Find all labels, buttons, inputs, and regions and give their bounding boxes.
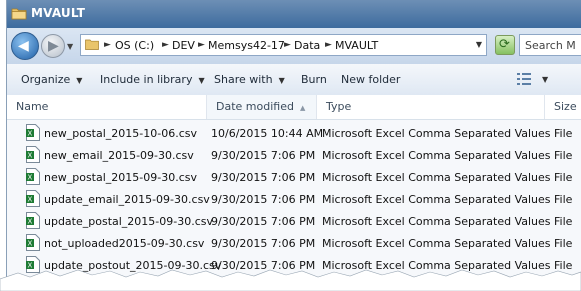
chevron-down-icon: ▼	[278, 76, 285, 85]
share-with-label: Share with	[214, 73, 273, 86]
file-type: Microsoft Excel Comma Separated Values F…	[322, 171, 573, 184]
back-arrow-icon: ◀	[18, 38, 29, 54]
chevron-down-icon: ▼	[198, 76, 205, 85]
file-name: update_email_2015-09-30.csv	[44, 193, 210, 206]
file-row[interactable]: X new_email_2015-09-30.csv 9/30/2015 7:0…	[7, 144, 581, 166]
include-in-library-label: Include in library	[100, 73, 193, 86]
svg-text:X: X	[28, 174, 33, 182]
explorer-window: MVAULT ◀ ▶ ▼ ► OS (C:) ► DEV ► Memsys42-…	[6, 0, 581, 291]
svg-text:X: X	[28, 218, 33, 226]
svg-text:X: X	[28, 196, 33, 204]
refresh-button[interactable]: ⟳	[495, 35, 515, 55]
file-name: update_postal_2015-09-30.csv	[44, 215, 214, 228]
chevron-right-icon[interactable]: ►	[325, 40, 332, 50]
excel-csv-icon: X	[26, 168, 40, 185]
forward-button[interactable]: ▶	[41, 34, 65, 58]
column-header-size[interactable]: Size	[545, 95, 581, 119]
title-bar: MVAULT	[7, 0, 581, 28]
chevron-right-icon[interactable]: ►	[284, 40, 291, 50]
excel-csv-icon: X	[26, 146, 40, 163]
file-date: 9/30/2015 7:06 PM	[211, 171, 316, 184]
breadcrumb-data[interactable]: Data	[294, 39, 320, 52]
file-date: 9/30/2015 7:06 PM	[211, 149, 316, 162]
recent-pages-dropdown[interactable]: ▼	[67, 42, 73, 51]
file-date: 9/30/2015 7:06 PM	[211, 215, 316, 228]
chevron-right-icon[interactable]: ►	[104, 40, 111, 50]
burn-button[interactable]: Burn	[301, 73, 327, 86]
svg-text:X: X	[28, 152, 33, 160]
breadcrumb-memsys[interactable]: Memsys42-17	[208, 39, 285, 52]
svg-text:X: X	[28, 240, 33, 248]
file-type: Microsoft Excel Comma Separated Values F…	[322, 215, 573, 228]
file-date: 9/30/2015 7:06 PM	[211, 193, 316, 206]
excel-csv-icon: X	[26, 234, 40, 251]
command-toolbar: Organize ▼ Include in library ▼ Share with…	[7, 64, 581, 96]
file-row[interactable]: X new_postal_2015-09-30.csv 9/30/2015 7:…	[7, 166, 581, 188]
file-row[interactable]: X new_postal_2015-10-06.csv 10/6/2015 10…	[7, 122, 581, 144]
search-input[interactable]: Search M	[519, 34, 581, 56]
window-title: MVAULT	[31, 6, 86, 20]
file-type: Microsoft Excel Comma Separated Values F…	[322, 149, 573, 162]
breadcrumb-dev[interactable]: DEV	[172, 39, 195, 52]
refresh-icon: ⟳	[499, 37, 510, 52]
sort-indicator-icon: ▲	[299, 104, 306, 112]
file-type: Microsoft Excel Comma Separated Values F…	[322, 127, 573, 140]
column-size-label: Size	[554, 100, 577, 113]
column-date-label: Date modified	[216, 100, 294, 113]
excel-csv-icon: X	[26, 212, 40, 229]
column-name-label: Name	[16, 100, 49, 113]
file-type: Microsoft Excel Comma Separated Values F…	[322, 237, 573, 250]
file-row[interactable]: X not_uploaded2015-09-30.csv 9/30/2015 7…	[7, 232, 581, 254]
column-header-name[interactable]: Name	[7, 95, 207, 119]
include-in-library-menu[interactable]: Include in library ▼	[100, 73, 205, 86]
column-type-label: Type	[326, 100, 352, 113]
forward-arrow-icon: ▶	[48, 38, 59, 54]
file-date: 9/30/2015 7:06 PM	[211, 237, 316, 250]
file-row[interactable]: X update_email_2015-09-30.csv 9/30/2015 …	[7, 188, 581, 210]
folder-icon	[85, 39, 99, 50]
svg-text:X: X	[28, 130, 33, 138]
file-name: new_postal_2015-09-30.csv	[44, 171, 198, 184]
file-date: 10/6/2015 10:44 AM	[211, 127, 324, 140]
file-name: not_uploaded2015-09-30.csv	[44, 237, 205, 250]
chevron-right-icon[interactable]: ►	[162, 40, 169, 50]
breadcrumb-drive[interactable]: OS (C:)	[115, 39, 154, 52]
new-folder-button[interactable]: New folder	[341, 73, 400, 86]
breadcrumb-mvault[interactable]: MVAULT	[335, 39, 378, 52]
file-name: new_email_2015-09-30.csv	[44, 149, 194, 162]
chevron-right-icon[interactable]: ►	[198, 40, 205, 50]
organize-label: Organize	[21, 73, 71, 86]
address-bar[interactable]: ► OS (C:) ► DEV ► Memsys42-17 ► Data ► M…	[80, 34, 487, 56]
folder-icon	[11, 8, 27, 20]
organize-menu[interactable]: Organize ▼	[21, 73, 82, 86]
share-with-menu[interactable]: Share with ▼	[214, 73, 285, 86]
file-name: new_postal_2015-10-06.csv	[44, 127, 198, 140]
chevron-down-icon[interactable]: ▼	[476, 40, 482, 49]
excel-csv-icon: X	[26, 190, 40, 207]
search-placeholder: Search M	[525, 39, 576, 52]
column-header-row: Name Date modified ▲ Type Size	[7, 95, 581, 120]
column-header-type[interactable]: Type	[317, 95, 545, 119]
view-options-icon[interactable]	[517, 73, 531, 85]
excel-csv-icon: X	[26, 124, 40, 141]
file-row[interactable]: X update_postal_2015-09-30.csv 9/30/2015…	[7, 210, 581, 232]
chevron-down-icon: ▼	[76, 76, 83, 85]
chevron-down-icon[interactable]: ▼	[542, 75, 548, 84]
back-button[interactable]: ◀	[11, 32, 39, 60]
torn-edge-decoration	[0, 269, 581, 291]
navigation-bar: ◀ ▶ ▼ ► OS (C:) ► DEV ► Memsys42-17 ► Da…	[7, 28, 581, 65]
column-header-date-modified[interactable]: Date modified ▲	[207, 95, 317, 119]
file-type: Microsoft Excel Comma Separated Values F…	[322, 193, 573, 206]
